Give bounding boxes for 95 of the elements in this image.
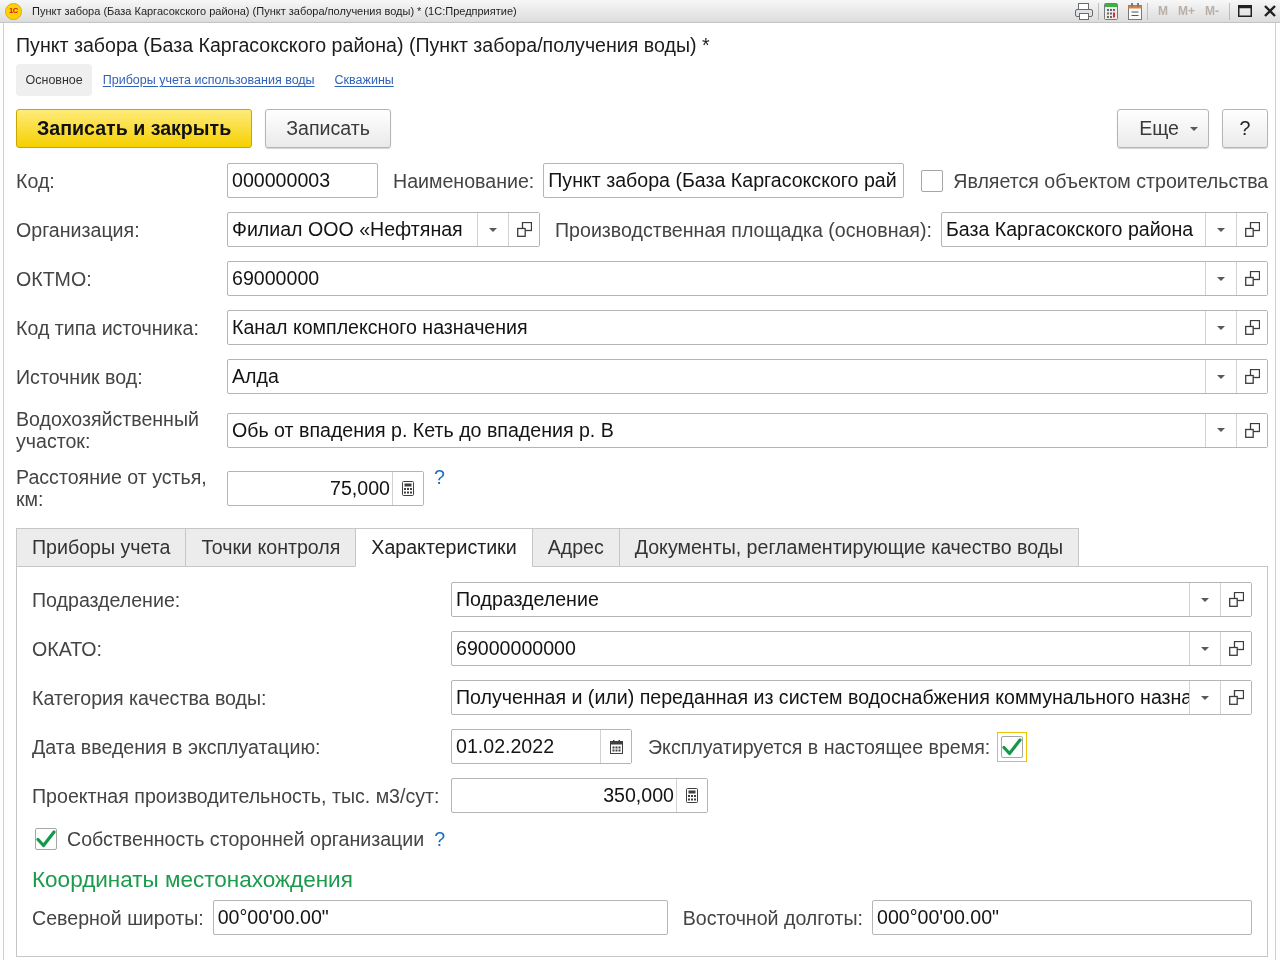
help-link[interactable]: ?: [434, 828, 446, 850]
select-field[interactable]: Алда: [227, 359, 1268, 394]
open-button[interactable]: [1236, 262, 1267, 295]
tab[interactable]: Характеристики: [355, 528, 533, 567]
field-label: ОКАТО:: [32, 637, 103, 660]
select-field[interactable]: Подразделение: [451, 582, 1252, 617]
tab[interactable]: Приборы учета: [16, 528, 187, 567]
overlapping-squares-icon: [1244, 320, 1260, 335]
open-button[interactable]: [1236, 213, 1267, 246]
tab[interactable]: Адрес: [531, 528, 620, 567]
section-link[interactable]: Скважины: [325, 64, 404, 96]
close-icon[interactable]: [1264, 5, 1276, 17]
field-label: Проектная производительность, тыс. м3/сут:: [32, 784, 441, 807]
field-label: Подразделение:: [32, 588, 182, 611]
overlapping-squares-icon: [1244, 422, 1260, 438]
text-field[interactable]: 00°00'00.00": [212, 900, 668, 935]
overlapping-squares-icon: [1228, 592, 1244, 607]
overlapping-squares-icon: [1228, 641, 1244, 656]
section-title: Координаты местонахождения: [32, 867, 354, 893]
overlapping-squares-icon: [1244, 369, 1260, 384]
caret-icon: [1217, 227, 1225, 232]
field-label: Производственная площадка (основная):: [555, 218, 932, 241]
checkbox[interactable]: [35, 828, 57, 850]
section-link[interactable]: Приборы учета использования воды: [93, 64, 325, 96]
maximize-icon[interactable]: [1238, 5, 1252, 17]
tab[interactable]: Точки контроля: [185, 528, 357, 567]
field-label: Организация:: [16, 218, 141, 241]
text-field[interactable]: 000°00'00.00": [872, 900, 1252, 935]
overlapping-squares-icon: [1244, 271, 1260, 286]
more-menu-button[interactable]: Еще: [1117, 109, 1209, 148]
checkbox[interactable]: [997, 731, 1028, 762]
calculator-icon: [402, 480, 414, 496]
caret-icon: [1201, 695, 1209, 700]
date-field[interactable]: 01.02.2022: [451, 729, 632, 764]
calendar-icon: [609, 739, 623, 754]
tab[interactable]: Документы, регламентирующие качество воды: [618, 528, 1080, 567]
caret-icon: [1190, 126, 1198, 131]
text-field[interactable]: 000000003: [227, 163, 378, 198]
select-field[interactable]: Обь от впадения р. Кеть до впадения р. В: [227, 412, 1268, 448]
check-icon: [1002, 737, 1023, 756]
caret-icon: [1217, 374, 1225, 379]
open-button[interactable]: [1236, 413, 1267, 447]
field-label: Код типа источника:: [16, 316, 200, 339]
primary-button[interactable]: Записать и закрыть: [16, 109, 253, 148]
help-link[interactable]: ?: [434, 466, 445, 488]
number-field[interactable]: 75,000: [227, 470, 424, 506]
calculator-button[interactable]: [676, 779, 707, 812]
select-field[interactable]: База Каргасокского района: [940, 212, 1268, 247]
field-label: Источник вод:: [16, 365, 144, 388]
overlapping-squares-icon: [516, 222, 532, 237]
caret-icon: [1217, 428, 1225, 432]
caret-icon: [1217, 276, 1225, 281]
checkbox[interactable]: [921, 169, 944, 192]
open-button[interactable]: [1236, 360, 1267, 393]
field-label: Дата введения в эксплуатацию:: [32, 735, 322, 758]
number-field[interactable]: 350,000: [451, 778, 708, 813]
form-title: Пункт забора (База Каргасокского района) (Пункт забора/получения воды) *: [16, 33, 711, 57]
field-label: Водохозяйственный участок:: [16, 408, 200, 452]
calculator-icon[interactable]: [1104, 2, 1118, 20]
open-button[interactable]: [1220, 632, 1251, 665]
field-label: ОКТМО:: [16, 267, 93, 290]
secondary-button[interactable]: Записать: [265, 109, 391, 148]
field-label: Код:: [16, 169, 56, 192]
caret-icon: [489, 227, 497, 232]
field-label: Наименование:: [393, 169, 535, 192]
caret-icon: [1201, 646, 1209, 651]
open-button[interactable]: [1220, 681, 1251, 714]
open-button[interactable]: [1220, 583, 1251, 616]
open-button[interactable]: [1236, 311, 1267, 344]
caret-icon: [1201, 597, 1209, 602]
field-label: Северной широты:: [32, 906, 204, 929]
open-button[interactable]: [508, 213, 539, 246]
field-label: Эксплуатируется в настоящее время:: [648, 735, 991, 758]
select-field[interactable]: Канал комплексного назначения: [227, 310, 1268, 345]
section-tab[interactable]: Основное: [16, 64, 93, 96]
overlapping-squares-icon: [1228, 690, 1244, 705]
printer-icon[interactable]: [1075, 2, 1093, 20]
check-icon: [36, 830, 56, 848]
field-label: Восточной долготы:: [682, 906, 863, 929]
help-button[interactable]: ?: [1222, 109, 1268, 148]
checkbox-label: Является объектом строительства: [953, 169, 1269, 192]
field-label: Расстояние от устья, км:: [16, 466, 208, 510]
caret-icon: [1217, 325, 1225, 330]
calendar-icon[interactable]: [1128, 2, 1142, 20]
select-field[interactable]: Филиал ООО «Нефтяная: [227, 212, 540, 247]
overlapping-squares-icon: [1244, 222, 1260, 237]
select-field[interactable]: 69000000: [227, 261, 1268, 296]
window-title: Пункт забора (База Каргасокского района) (Пункт забора/получения воды) * (1С:Предприятие): [32, 5, 517, 17]
calculator-button[interactable]: [392, 471, 423, 505]
calculator-icon: [686, 788, 698, 803]
field-label: Категория качества воды:: [32, 686, 268, 709]
text-field[interactable]: Пункт забора (База Каргасокского рай: [543, 163, 905, 198]
calendar-button[interactable]: [600, 730, 631, 763]
checkbox-label: Собственность сторонней организации: [67, 828, 425, 850]
select-field[interactable]: 69000000000: [451, 631, 1252, 666]
